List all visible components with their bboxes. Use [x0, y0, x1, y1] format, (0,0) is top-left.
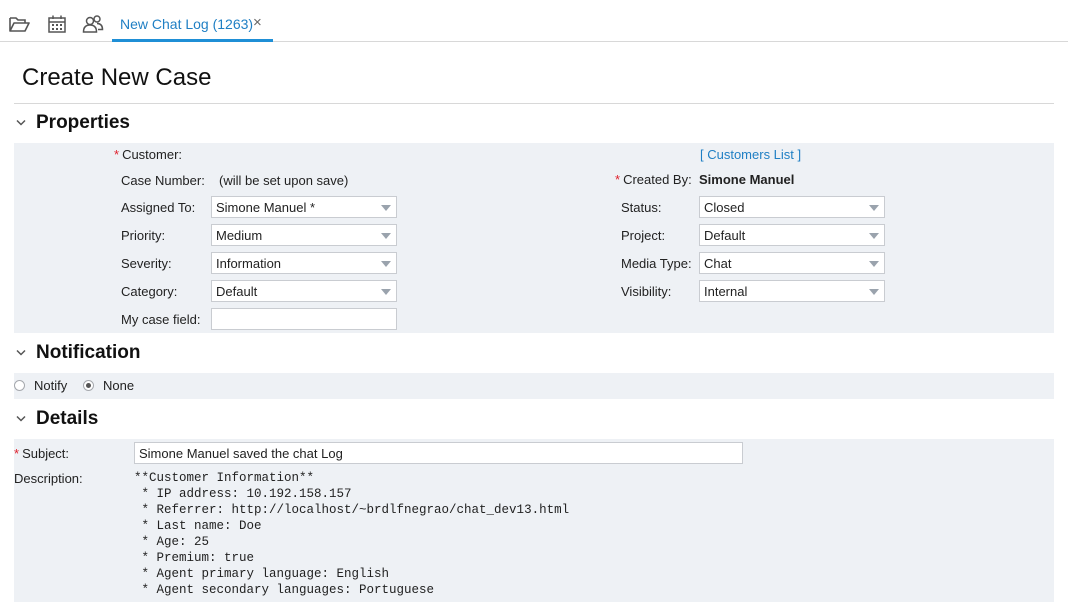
- dropdown-arrow-icon: [381, 289, 391, 295]
- dropdown-arrow-icon: [381, 205, 391, 211]
- case-number-label: Case Number:: [121, 173, 205, 188]
- visibility-label: Visibility:: [621, 284, 672, 299]
- users-icon[interactable]: [82, 14, 104, 34]
- my-case-field-label: My case field:: [121, 312, 201, 327]
- calendar-icon[interactable]: [46, 14, 68, 34]
- section-title: Details: [36, 408, 99, 429]
- chevron-down-icon: [16, 349, 26, 356]
- priority-select[interactable]: Medium: [211, 224, 397, 246]
- description-line: * Age: 25: [134, 535, 210, 549]
- tab-label: New Chat Log (1263): [120, 16, 254, 32]
- dropdown-arrow-icon: [869, 261, 879, 267]
- none-label[interactable]: None: [103, 378, 134, 393]
- description-line: * Last name: Doe: [134, 519, 262, 533]
- description-line: **Customer Information**: [134, 471, 315, 485]
- status-label: Status:: [621, 200, 662, 215]
- category-label: Category:: [121, 284, 178, 299]
- description-line: * Agent primary language: English: [134, 567, 390, 581]
- status-select[interactable]: Closed: [699, 196, 885, 218]
- dropdown-arrow-icon: [869, 205, 879, 211]
- description-line: * Premium: true: [134, 551, 255, 565]
- folder-open-icon[interactable]: [8, 14, 30, 34]
- media-type-label: Media Type:: [621, 256, 692, 271]
- priority-label: Priority:: [121, 228, 166, 243]
- media-type-select[interactable]: Chat: [699, 252, 885, 274]
- customers-list-link[interactable]: [ Customers List ]: [700, 147, 801, 162]
- dropdown-arrow-icon: [381, 261, 391, 267]
- dropdown-arrow-icon: [869, 233, 879, 239]
- case-number-value: (will be set upon save): [219, 173, 349, 188]
- dropdown-arrow-icon: [381, 233, 391, 239]
- properties-panel: [14, 143, 1054, 333]
- notification-panel: [14, 373, 1054, 399]
- project-select[interactable]: Default: [699, 224, 885, 246]
- page-title: Create New Case: [22, 64, 212, 91]
- visibility-select[interactable]: Internal: [699, 280, 885, 302]
- close-icon[interactable]: ×: [253, 15, 262, 30]
- my-case-field-input[interactable]: [211, 308, 397, 330]
- assigned-to-label: Assigned To:: [121, 200, 196, 215]
- severity-label: Severity:: [121, 256, 172, 271]
- description-line: * IP address: 10.192.158.157: [134, 487, 352, 501]
- notify-radio[interactable]: [14, 380, 25, 391]
- none-radio[interactable]: [83, 380, 94, 391]
- title-divider: [14, 103, 1054, 104]
- section-title: Notification: [36, 342, 141, 363]
- description-label: Description:: [14, 471, 83, 486]
- dropdown-arrow-icon: [869, 289, 879, 295]
- subject-input[interactable]: Simone Manuel saved the chat Log: [134, 442, 743, 464]
- chevron-down-icon: [16, 415, 26, 422]
- description-line: * Agent secondary languages: Portuguese: [134, 583, 435, 597]
- assigned-to-select[interactable]: Simone Manuel *: [211, 196, 397, 218]
- subject-label: * Subject:: [14, 446, 70, 461]
- description-line: * Referrer: http://localhost/~brdlfnegra…: [134, 503, 570, 517]
- description-textarea[interactable]: **Customer Information** * IP address: 1…: [134, 470, 569, 598]
- project-label: Project:: [621, 228, 666, 243]
- notify-label[interactable]: Notify: [34, 378, 67, 393]
- customer-label: * Customer:: [114, 147, 183, 162]
- created-by-value: Simone Manuel: [699, 172, 795, 187]
- created-by-label: * Created By:: [615, 172, 692, 187]
- tab-bar: New Chat Log (1263) ×: [0, 0, 1068, 42]
- chevron-down-icon: [16, 119, 26, 126]
- severity-select[interactable]: Information: [211, 252, 397, 274]
- category-select[interactable]: Default: [211, 280, 397, 302]
- section-title: Properties: [36, 112, 130, 133]
- tab-new-chat-log[interactable]: New Chat Log (1263) ×: [112, 0, 273, 42]
